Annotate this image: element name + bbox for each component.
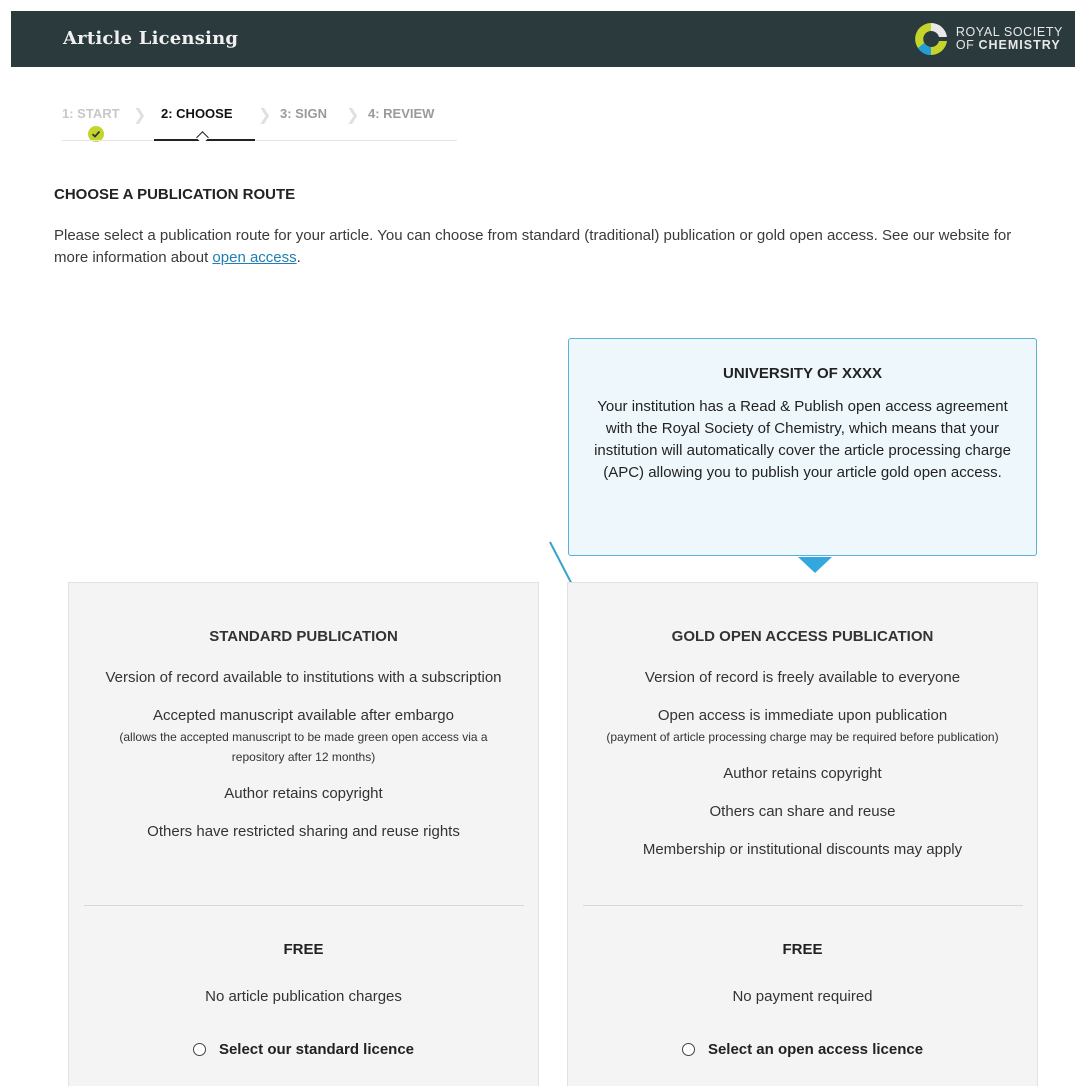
- radio-icon[interactable]: [192, 1043, 206, 1056]
- radio-icon[interactable]: [681, 1043, 695, 1056]
- feature-item: Author retains copyright: [94, 783, 514, 805]
- step-separator-icon: ❯: [346, 107, 360, 124]
- institution-message: Your institution has a Read & Publish op…: [594, 398, 1011, 481]
- feature-text: Author retains copyright: [723, 765, 882, 782]
- price-label: FREE: [782, 941, 823, 958]
- feature-list: Version of record is freely available to…: [593, 667, 1013, 861]
- feature-text: Version of record available to instituti…: [105, 669, 502, 686]
- feature-item: Version of record is freely available to…: [593, 667, 1013, 689]
- app-header: Article Licensing ROYAL SOCIETY OF CHEMI…: [11, 11, 1075, 67]
- card-divider: [583, 905, 1023, 906]
- select-standard-licence[interactable]: Select our standard licence: [69, 1041, 538, 1058]
- steps-baseline: [62, 140, 457, 141]
- feature-text: Open access is immediate upon publicatio…: [657, 707, 948, 724]
- page-title: Article Licensing: [63, 28, 239, 49]
- feature-item: Membership or institutional discounts ma…: [593, 839, 1013, 861]
- select-label: Select an open access licence: [707, 1041, 924, 1058]
- standard-publication-card[interactable]: STANDARD PUBLICATION Version of record a…: [68, 582, 539, 1086]
- card-title: GOLD OPEN ACCESS PUBLICATION: [671, 628, 934, 645]
- institution-name: UNIVERSITY OF XXXX: [723, 365, 882, 382]
- step-separator-icon: ❯: [133, 107, 147, 124]
- progress-steps: 1: START ❯ 2: CHOOSE ❯ 3: SIGN ❯ 4: REVI…: [62, 106, 457, 146]
- feature-text: Author retains copyright: [224, 785, 383, 802]
- feature-item: Author retains copyright: [593, 763, 1013, 785]
- rsc-logo-icon: [914, 22, 947, 55]
- feature-subtext: (allows the accepted manuscript to be ma…: [119, 730, 488, 764]
- active-step-notch: [196, 131, 209, 144]
- feature-text: Version of record is freely available to…: [644, 669, 961, 686]
- step-review[interactable]: 4: REVIEW: [368, 106, 434, 121]
- price-note: No payment required: [732, 988, 873, 1005]
- logo-line-2-prefix: OF: [955, 38, 979, 52]
- card-title: STANDARD PUBLICATION: [209, 628, 398, 645]
- step-choose[interactable]: 2: CHOOSE: [161, 106, 233, 121]
- rsc-logo[interactable]: ROYAL SOCIETY OF CHEMISTRY: [912, 19, 1063, 59]
- feature-item: Others can share and reuse: [593, 801, 1013, 823]
- intro-text: Please select a publication route for yo…: [54, 225, 1014, 269]
- select-open-access-licence[interactable]: Select an open access licence: [568, 1041, 1037, 1058]
- feature-text: Others have restricted sharing and reuse…: [147, 823, 460, 840]
- open-access-link[interactable]: open access: [212, 249, 296, 266]
- intro-text-body: Please select a publication route for yo…: [54, 227, 1012, 266]
- select-label: Select our standard licence: [218, 1041, 415, 1058]
- callout-pointer-icon: [798, 557, 832, 573]
- feature-text: Membership or institutional discounts ma…: [642, 841, 963, 858]
- feature-list: Version of record available to instituti…: [94, 667, 514, 843]
- price-note: No article publication charges: [205, 988, 402, 1005]
- intro-text-end: .: [296, 249, 301, 266]
- card-divider: [84, 905, 524, 906]
- feature-item: Accepted manuscript available after emba…: [94, 705, 514, 767]
- feature-subtext: (payment of article processing charge ma…: [606, 730, 999, 744]
- step-start[interactable]: 1: START: [62, 106, 120, 121]
- feature-item: Open access is immediate upon publicatio…: [593, 705, 1013, 747]
- price-label: FREE: [283, 941, 324, 958]
- institution-callout: UNIVERSITY OF XXXX Your institution has …: [568, 338, 1037, 556]
- section-heading: CHOOSE A PUBLICATION ROUTE: [54, 186, 296, 203]
- step-sign[interactable]: 3: SIGN: [280, 106, 327, 121]
- feature-item: Version of record available to instituti…: [94, 667, 514, 689]
- gold-open-access-card[interactable]: GOLD OPEN ACCESS PUBLICATION Version of …: [567, 582, 1038, 1086]
- feature-item: Others have restricted sharing and reuse…: [94, 821, 514, 843]
- feature-text: Others can share and reuse: [709, 803, 896, 820]
- feature-text: Accepted manuscript available after emba…: [153, 707, 454, 724]
- logo-line-2-bold: CHEMISTRY: [978, 38, 1061, 52]
- step-separator-icon: ❯: [258, 107, 272, 124]
